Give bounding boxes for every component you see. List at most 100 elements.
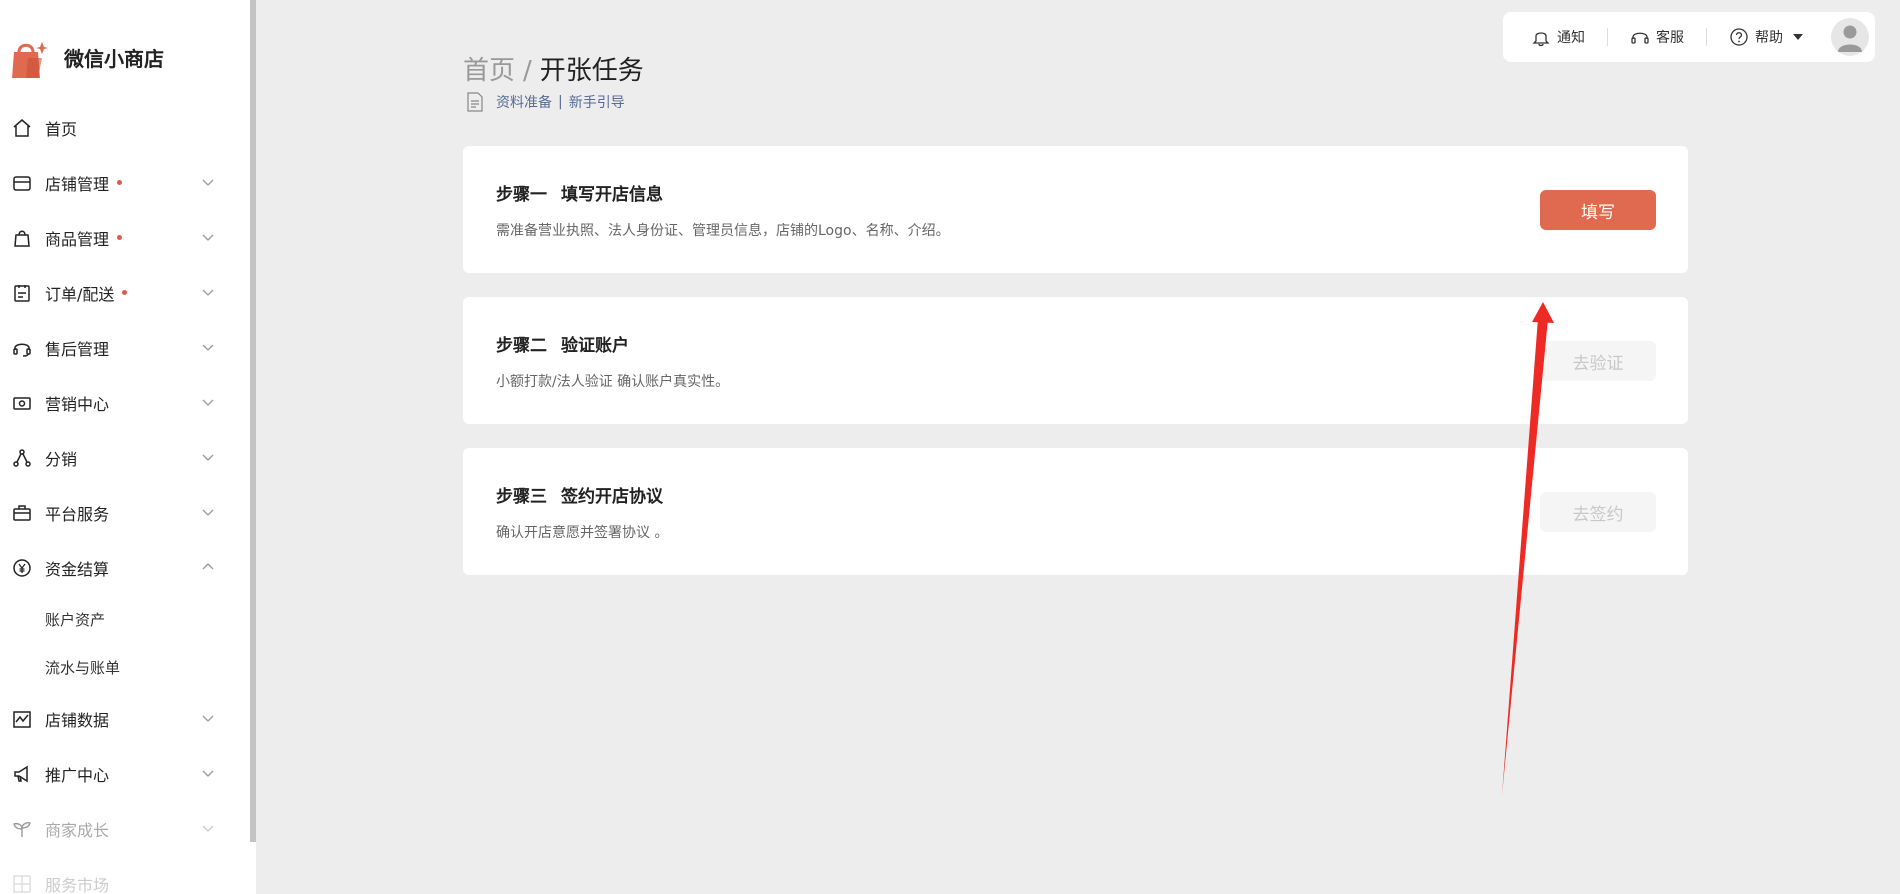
sidebar-item-label: 商品管理 bbox=[45, 229, 110, 249]
sidebar-item-promotion[interactable]: 推广中心 bbox=[0, 746, 250, 801]
step-name: 填写开店信息 bbox=[561, 185, 663, 205]
clipboard-icon bbox=[12, 283, 32, 303]
verify-button[interactable]: 去验证 bbox=[1540, 341, 1656, 381]
breadcrumb-home[interactable]: 首页 bbox=[463, 56, 515, 86]
ticket-icon bbox=[12, 393, 32, 413]
sidebar-item-label: 店铺管理 bbox=[45, 174, 110, 194]
sidebar-item-label: 营销中心 bbox=[45, 394, 110, 414]
step-card-1: 步骤一 填写开店信息 需准备营业执照、法人身份证、管理员信息，店铺的Logo、名称… bbox=[463, 146, 1688, 273]
sidebar-item-home[interactable]: 首页 bbox=[0, 100, 250, 155]
step-number: 步骤三 bbox=[496, 487, 547, 507]
step-number: 步骤二 bbox=[496, 336, 547, 356]
chevron-down-icon bbox=[202, 825, 214, 832]
step-title: 步骤二 验证账户 bbox=[496, 331, 629, 356]
chevron-down-icon bbox=[202, 770, 214, 777]
sprout-icon bbox=[12, 819, 32, 839]
step-card-2: 步骤二 验证账户 小额打款/法人验证 确认账户真实性。 去验证 bbox=[463, 297, 1688, 424]
shop-bag-logo-icon bbox=[12, 42, 48, 78]
shopping-bag-icon bbox=[12, 228, 32, 248]
sidebar-subitem-transactions[interactable]: 流水与账单 bbox=[0, 643, 250, 691]
top-toolbar: 通知 客服 帮助 bbox=[1503, 12, 1875, 62]
sidebar-item-distribution[interactable]: 分销 bbox=[0, 430, 250, 485]
page-title: 首页 / 开张任务 bbox=[463, 50, 644, 87]
sidebar-scrollbar[interactable] bbox=[250, 0, 256, 842]
sidebar-item-store-data[interactable]: 店铺数据 bbox=[0, 691, 250, 746]
sidebar: 微信小商店 首页 店铺管理 商品管理 订单/配送 售后管理 营销中心 分销 平台… bbox=[0, 0, 256, 894]
sidebar-item-label: 售后管理 bbox=[45, 339, 110, 359]
brand-name: 微信小商店 bbox=[64, 46, 164, 71]
chevron-down-icon bbox=[202, 715, 214, 722]
step-description: 小额打款/法人验证 确认账户真实性。 bbox=[496, 374, 730, 390]
headset-icon bbox=[12, 338, 32, 358]
share-nodes-icon bbox=[12, 448, 32, 468]
grid-icon bbox=[12, 874, 32, 894]
chevron-up-icon bbox=[202, 563, 214, 570]
chevron-down-icon bbox=[202, 509, 214, 516]
sidebar-subitem-account-assets[interactable]: 账户资产 bbox=[0, 595, 250, 643]
newbie-guide-link[interactable]: 新手引导 bbox=[569, 92, 625, 112]
notify-label: 通知 bbox=[1557, 30, 1585, 46]
bell-icon bbox=[1532, 32, 1550, 47]
sidebar-item-growth[interactable]: 商家成长 bbox=[0, 801, 250, 856]
chevron-down-icon bbox=[202, 179, 214, 186]
link-separator: | bbox=[558, 94, 563, 110]
notify-button[interactable]: 通知 bbox=[1531, 27, 1585, 47]
sidebar-item-label: 分销 bbox=[45, 449, 78, 469]
customer-service-label: 客服 bbox=[1656, 30, 1684, 46]
sidebar-menu: 首页 店铺管理 商品管理 订单/配送 售后管理 营销中心 分销 平台服务 资金结… bbox=[0, 100, 250, 894]
breadcrumb-separator: / bbox=[523, 56, 532, 86]
customer-service-button[interactable]: 客服 bbox=[1630, 27, 1684, 47]
sidebar-item-marketing[interactable]: 营销中心 bbox=[0, 375, 250, 430]
question-circle-icon bbox=[1730, 28, 1748, 46]
step-title: 步骤一 填写开店信息 bbox=[496, 180, 663, 205]
user-icon bbox=[1838, 25, 1862, 52]
chevron-down-icon bbox=[202, 454, 214, 461]
step-title: 步骤三 签约开店协议 bbox=[496, 482, 663, 507]
brand[interactable]: 微信小商店 bbox=[8, 34, 164, 80]
step-description: 确认开店意愿并签署协议 。 bbox=[496, 525, 669, 541]
sidebar-item-label: 订单/配送 bbox=[45, 284, 115, 304]
sidebar-item-label: 平台服务 bbox=[45, 504, 110, 524]
help-dropdown[interactable]: 帮助 bbox=[1729, 27, 1803, 47]
chevron-down-icon bbox=[202, 344, 214, 351]
avatar[interactable] bbox=[1831, 18, 1869, 56]
step-card-3: 步骤三 签约开店协议 确认开店意愿并签署协议 。 去签约 bbox=[463, 448, 1688, 575]
step-name: 签约开店协议 bbox=[561, 487, 663, 507]
step-name: 验证账户 bbox=[561, 336, 629, 356]
chevron-down-icon bbox=[202, 289, 214, 296]
megaphone-icon bbox=[12, 764, 32, 784]
fill-info-button[interactable]: 填写 bbox=[1540, 190, 1656, 230]
guide-links: 资料准备 | 新手引导 bbox=[466, 92, 625, 112]
home-icon bbox=[12, 118, 32, 138]
sidebar-item-label: 商家成长 bbox=[45, 820, 110, 840]
breadcrumb-current: 开张任务 bbox=[539, 56, 644, 86]
briefcase-icon bbox=[12, 503, 32, 523]
sidebar-item-label: 推广中心 bbox=[45, 765, 110, 785]
sidebar-item-label: 店铺数据 bbox=[45, 710, 110, 730]
chart-icon bbox=[12, 709, 32, 729]
divider bbox=[1607, 28, 1608, 46]
step-description: 需准备营业执照、法人身份证、管理员信息，店铺的Logo、名称、介绍。 bbox=[496, 223, 950, 239]
chevron-down-icon bbox=[202, 399, 214, 406]
notification-dot bbox=[122, 290, 128, 295]
notification-dot bbox=[117, 235, 123, 240]
sidebar-item-service-market[interactable]: 服务市场 bbox=[0, 856, 250, 894]
sidebar-item-label: 首页 bbox=[45, 119, 78, 139]
sign-agreement-button[interactable]: 去签约 bbox=[1540, 492, 1656, 532]
sidebar-item-products[interactable]: 商品管理 bbox=[0, 210, 250, 265]
sidebar-item-after-sales[interactable]: 售后管理 bbox=[0, 320, 250, 375]
yuan-icon bbox=[12, 558, 32, 578]
headset-icon bbox=[1631, 32, 1649, 44]
step-number: 步骤一 bbox=[496, 185, 547, 205]
sidebar-item-store[interactable]: 店铺管理 bbox=[0, 155, 250, 210]
red-arrow-annotation bbox=[1502, 302, 1554, 795]
app-window: 微信小商店 首页 店铺管理 商品管理 订单/配送 售后管理 营销中心 分销 平台… bbox=[0, 0, 1900, 894]
sidebar-item-platform-services[interactable]: 平台服务 bbox=[0, 485, 250, 540]
sidebar-item-settlement[interactable]: 资金结算 bbox=[0, 540, 250, 595]
materials-link[interactable]: 资料准备 bbox=[496, 92, 552, 112]
notification-dot bbox=[117, 180, 123, 185]
sidebar-item-orders[interactable]: 订单/配送 bbox=[0, 265, 250, 320]
chevron-down-icon bbox=[202, 234, 214, 241]
document-icon bbox=[467, 92, 483, 112]
help-label: 帮助 bbox=[1755, 30, 1783, 46]
